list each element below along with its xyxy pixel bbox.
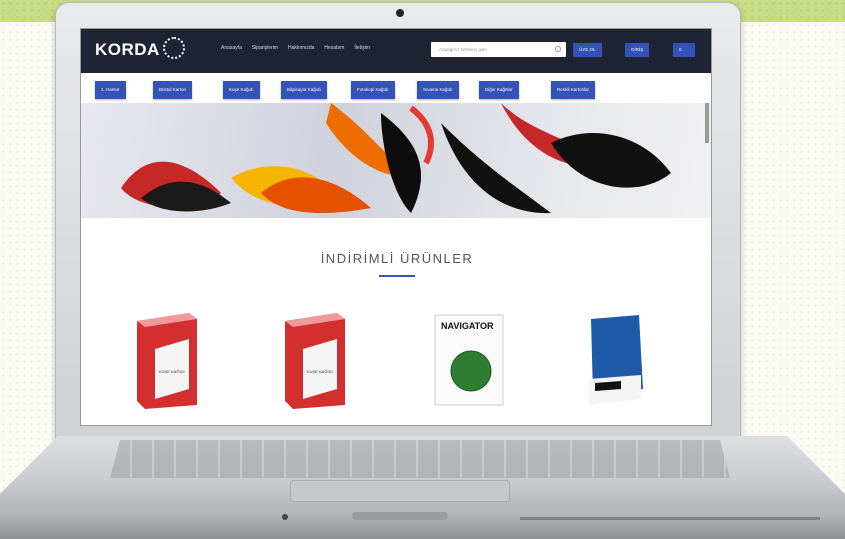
nav-about[interactable]: Hakkımızda: [288, 45, 314, 51]
menu-item-6[interactable]: Sıvama Kağıdı: [417, 81, 459, 99]
nav-home[interactable]: Anasayfa: [221, 45, 242, 51]
cart-button[interactable]: 0: [673, 43, 695, 57]
search-icon[interactable]: [555, 46, 561, 52]
product-card[interactable]: NAVIGATOR: [431, 309, 507, 409]
register-label: ÜYE OL: [579, 47, 596, 52]
optical-drive-slot: [520, 517, 820, 520]
menu-item-4[interactable]: Bilgisayar Kağıdı: [281, 81, 327, 99]
login-label: GİRİŞ: [631, 47, 644, 52]
login-button[interactable]: GİRİŞ: [625, 43, 650, 57]
keyboard: [110, 440, 730, 478]
nav-orders[interactable]: Siparişlerim: [252, 45, 278, 51]
search-placeholder: Aradığınız kelimeyi girin: [439, 47, 487, 52]
product-label: NAVIGATOR: [441, 321, 494, 331]
product-card[interactable]: [581, 309, 651, 409]
nav-account[interactable]: Hesabım: [324, 45, 344, 51]
lid-latch: [352, 512, 448, 520]
hero-banner: [81, 103, 711, 218]
site-header: KORDA Anasayfa Siparişlerim Hakkımızda H…: [81, 29, 711, 73]
product-label: KUŞE KAĞIDI: [307, 369, 333, 374]
menu-item-5[interactable]: Fotokopi Kağıdı: [351, 81, 395, 99]
menu-item-2[interactable]: Bristol Karton: [153, 81, 193, 99]
paint-splash-illustration: [121, 103, 709, 214]
main-nav: Anasayfa Siparişlerim Hakkımızda Hesabım…: [221, 45, 370, 51]
category-menu: 1. Hamur Bristol Karton Kuşe Kağıdı Bilg…: [81, 81, 711, 103]
site-logo[interactable]: KORDA: [95, 40, 160, 60]
cart-count: 0: [679, 47, 682, 52]
search-input[interactable]: Aradığınız kelimeyi girin: [431, 42, 566, 57]
menu-item-3[interactable]: Kuşe Kağıdı: [223, 81, 260, 99]
laptop-screen: KORDA Anasayfa Siparişlerim Hakkımızda H…: [80, 28, 712, 426]
trackpad: [290, 480, 510, 502]
product-box-image: [137, 313, 197, 409]
product-card[interactable]: KUŞE KAĞIDI: [133, 309, 203, 409]
product-label: KUŞE KAĞIDI: [159, 369, 185, 374]
power-led-icon: [282, 514, 288, 520]
product-box-image: [285, 313, 345, 409]
title-underline: [379, 275, 415, 277]
menu-item-1[interactable]: 1. Hamur: [95, 81, 126, 99]
nav-contact[interactable]: İletişim: [354, 45, 370, 51]
register-button[interactable]: ÜYE OL: [573, 43, 602, 57]
section-title: İNDİRİMLİ ÜRÜNLER: [320, 251, 474, 266]
camera-icon: [396, 9, 404, 17]
product-box-image: [589, 315, 643, 405]
product-card[interactable]: KUŞE KAĞIDI: [281, 309, 351, 409]
menu-item-7[interactable]: Diğer Kağıtlar: [479, 81, 519, 99]
menu-item-8[interactable]: Renkli Kartonlar: [551, 81, 596, 99]
logo-mark-icon: [163, 37, 185, 59]
